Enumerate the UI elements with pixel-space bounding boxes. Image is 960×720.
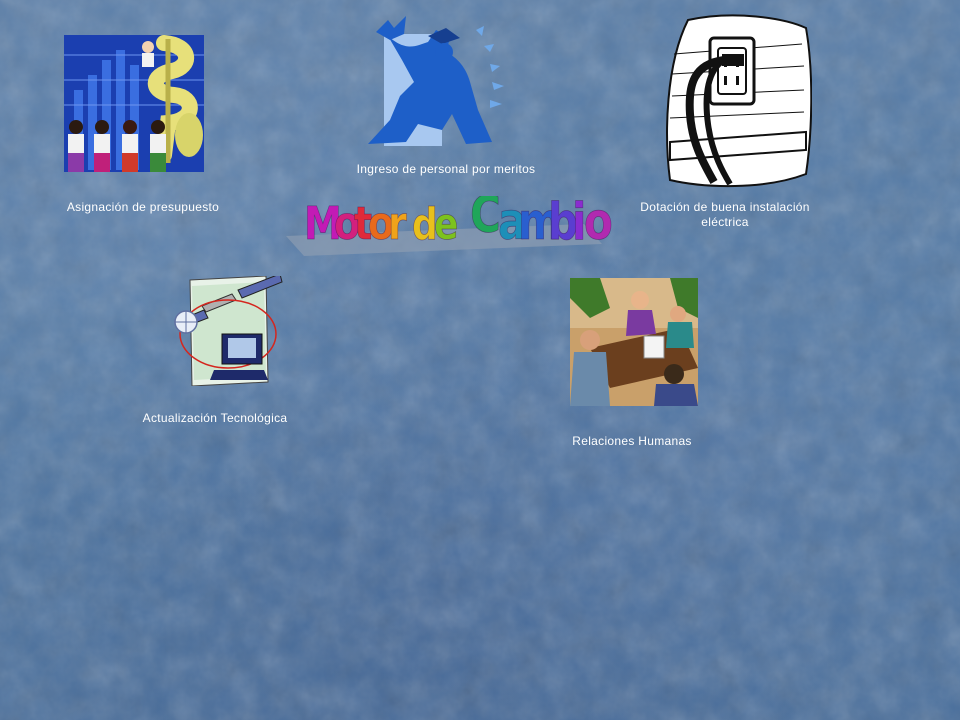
satellite-computer-icon [174,273,283,387]
power-outlet-icon [666,14,813,188]
title-letter: r [388,197,407,250]
relations-clipart [570,278,698,406]
merit-caption: Ingreso de personal por meritos [356,162,536,176]
electric-clipart [664,14,813,188]
title-letter: C [470,196,501,244]
money-growth-icon [64,35,204,172]
title-svg: Motor de Cambio [286,185,613,256]
business-meeting-icon [570,278,698,406]
wordart-title: MotordeCambio [284,185,614,260]
graduate-icon [368,16,504,146]
tech-clipart [172,273,284,387]
tech-caption: Actualización Tecnológica [142,411,288,425]
merit-clipart [366,12,512,152]
relations-caption: Relaciones Humanas [572,434,692,448]
title-letter: e [434,200,458,250]
title-letter: o [584,196,613,251]
budget-clipart [64,35,204,172]
budget-caption: Asignación de presupuesto [66,200,220,214]
electric-caption: Dotación de buena instalación eléctrica [640,200,810,229]
